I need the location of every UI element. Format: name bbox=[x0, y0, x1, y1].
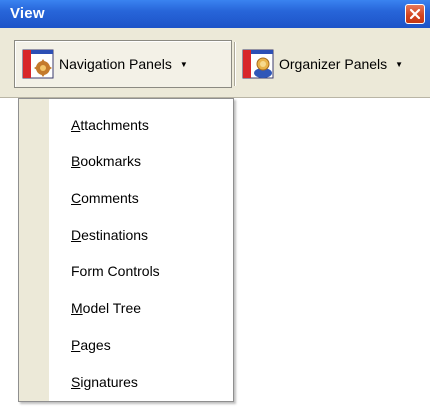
title-bar[interactable]: View bbox=[0, 0, 430, 28]
menu-item-model-tree[interactable]: Model Tree bbox=[71, 298, 141, 318]
organizer-panels-button[interactable]: Organizer Panels ▼ bbox=[238, 40, 426, 88]
menu-item-comments[interactable]: Comments bbox=[71, 188, 139, 208]
menu-item-bookmarks[interactable]: Bookmarks bbox=[71, 151, 141, 171]
menu-item-pages[interactable]: Pages bbox=[71, 335, 111, 355]
menu-item-mnemonic: P bbox=[71, 337, 81, 353]
close-icon bbox=[409, 8, 421, 20]
navigation-panels-menu: Attachments Bookmarks Comments Destinati… bbox=[18, 98, 234, 402]
menu-item-destinations[interactable]: Destinations bbox=[71, 225, 148, 245]
menu-item-label: odel Tree bbox=[82, 300, 142, 316]
menu-item-signatures[interactable]: Signatures bbox=[71, 372, 138, 392]
menu-item-form-controls[interactable]: Form Controls bbox=[71, 261, 160, 281]
close-button[interactable] bbox=[405, 4, 425, 24]
menu-item-label: estinations bbox=[81, 227, 149, 243]
toolbar: Navigation Panels ▼ Organizer Panels ▼ bbox=[0, 28, 430, 98]
menu-item-label: ignatures bbox=[80, 374, 138, 390]
menu-item-mnemonic: M bbox=[71, 300, 83, 316]
view-window: View Navigation Panels ▼ Organizer Panel… bbox=[0, 0, 430, 412]
navigation-panels-button[interactable]: Navigation Panels ▼ bbox=[14, 40, 232, 88]
menu-gutter bbox=[19, 99, 49, 401]
organizer-panels-label: Organizer Panels bbox=[279, 56, 388, 72]
menu-item-mnemonic: B bbox=[71, 153, 81, 169]
menu-item-label: omments bbox=[81, 190, 139, 206]
chevron-down-icon: ▼ bbox=[179, 59, 188, 69]
menu-item-label: ookmarks bbox=[80, 153, 142, 169]
menu-item-label: Form Controls bbox=[71, 263, 160, 279]
menu-item-label: ages bbox=[80, 337, 111, 353]
navigation-panels-icon bbox=[22, 49, 54, 79]
menu-item-mnemonic: C bbox=[71, 190, 82, 206]
chevron-down-icon: ▼ bbox=[395, 59, 404, 69]
menu-item-attachments[interactable]: Attachments bbox=[71, 115, 149, 135]
menu-item-mnemonic: A bbox=[71, 117, 81, 133]
menu-item-label: ttachments bbox=[80, 117, 149, 133]
menu-item-mnemonic: S bbox=[71, 374, 81, 390]
toolbar-separator bbox=[234, 42, 236, 86]
organizer-panels-icon bbox=[242, 49, 274, 79]
menu-item-mnemonic: D bbox=[71, 227, 82, 243]
navigation-panels-label: Navigation Panels bbox=[59, 56, 172, 72]
window-title: View bbox=[10, 5, 45, 22]
